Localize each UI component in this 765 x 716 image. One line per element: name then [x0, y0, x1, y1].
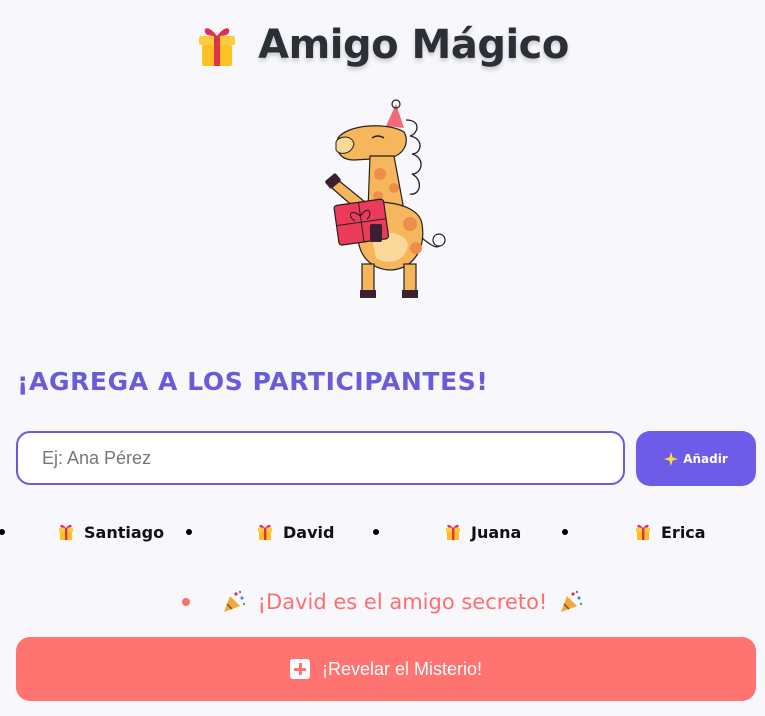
list-item: David	[257, 518, 334, 546]
gift-icon	[636, 524, 650, 540]
list-bullet	[562, 529, 568, 535]
participant-name: David	[283, 522, 335, 542]
reveal-button-label: ¡Revelar el Misterio!	[321, 658, 483, 679]
party-popper-icon	[223, 590, 245, 612]
participant-list: Santiago David Juana Erica	[0, 518, 765, 546]
sparkles-icon	[664, 451, 679, 466]
add-button-label: Añadir	[683, 451, 728, 466]
add-participant-button[interactable]: Añadir	[636, 431, 756, 486]
participant-name: Santiago	[84, 522, 165, 542]
participant-name: Erica	[661, 522, 706, 542]
reveal-mystery-button[interactable]: ¡Revelar el Misterio!	[16, 637, 756, 701]
list-bullet	[186, 529, 192, 535]
list-item: Santiago	[58, 518, 164, 546]
party-popper-icon	[561, 590, 583, 612]
result-text: ¡David es el amigo secreto!	[257, 590, 548, 614]
result-bullet	[181, 598, 190, 606]
gift-icon	[258, 524, 272, 540]
page-title: Amigo Mágico	[258, 22, 569, 68]
participant-name: Juana	[471, 522, 522, 542]
list-bullet	[0, 529, 5, 535]
plus-square-icon	[289, 659, 310, 679]
list-bullet	[373, 529, 379, 535]
gift-icon	[446, 524, 460, 540]
giraffe-illustration	[325, 99, 446, 298]
gift-icon	[59, 524, 73, 540]
secret-friend-result: ¡David es el amigo secreto!	[0, 586, 765, 618]
participants-heading: ¡AGREGA A LOS PARTICIPANTES!	[17, 367, 489, 396]
list-item: Erica	[635, 518, 706, 546]
list-item: Juana	[445, 518, 521, 546]
header: Amigo Mágico	[0, 22, 765, 68]
app-page: Amigo Mágico ¡AGREGA A LOS PARTICIPANTES…	[0, 0, 765, 716]
participant-name-input[interactable]	[16, 431, 625, 485]
gift-icon	[199, 28, 236, 66]
